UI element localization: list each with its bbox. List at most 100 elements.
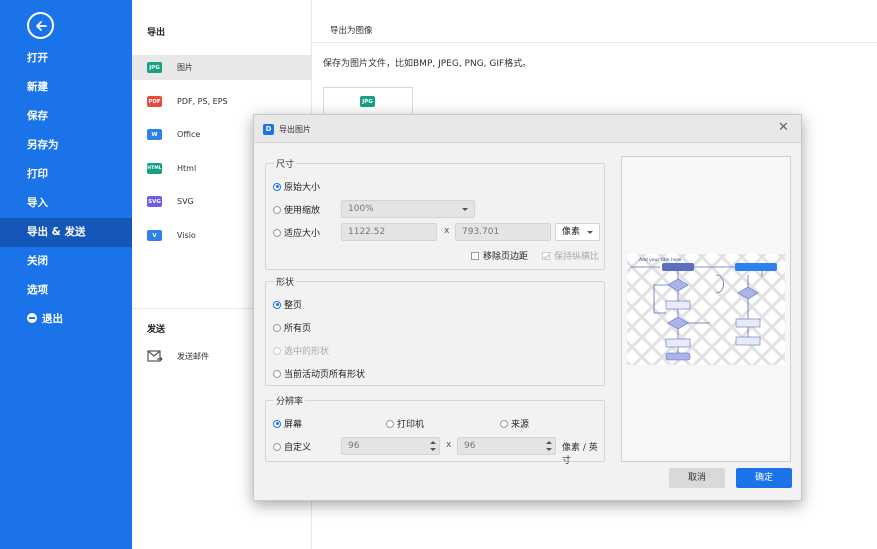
export-item-label: 图片 [177, 63, 193, 72]
sidebar-item-save[interactable]: 保存 [0, 102, 132, 131]
jpg-file-icon: JPG [147, 62, 162, 73]
export-item-label: SVG [177, 197, 194, 206]
radio-label: 原始大小 [284, 183, 321, 193]
export-item-label: Office [177, 130, 201, 139]
sidebar-item-close[interactable]: 关闭 [0, 247, 132, 276]
radio-label: 打印机 [397, 420, 425, 430]
radio-use-scale[interactable]: 使用缩放 [273, 203, 320, 216]
radio-original-size[interactable]: 原始大小 [273, 180, 320, 193]
dialog-title: 导出图片 [279, 125, 311, 134]
scale-value: 100% [348, 204, 374, 214]
times-sign: x [446, 440, 452, 450]
sidebar-item-options[interactable]: 选项 [0, 276, 132, 305]
export-preview: Add your title here [621, 156, 791, 462]
unit-value: 像素 [562, 227, 581, 237]
size-group: 尺寸 原始大小 使用缩放 100% 适应大小 1122.52 x 793.701… [265, 157, 605, 270]
checkbox-label: 移除页边距 [483, 252, 529, 262]
scale-select[interactable]: 100% [341, 200, 475, 218]
radio-icon [273, 442, 281, 451]
word-file-icon: W [147, 129, 162, 140]
stepper-arrows-icon[interactable] [430, 440, 436, 452]
radio-all-pages[interactable]: 所有页 [273, 321, 311, 334]
close-icon[interactable]: ✕ [778, 120, 789, 135]
radio-icon [273, 419, 281, 428]
export-item-pdf[interactable]: PDF PDF, PS, EPS [132, 89, 312, 114]
panel-description: 保存为图片文件，比如BMP, JPEG, PNG, GIF格式。 [323, 59, 532, 69]
send-item-label: 发送邮件 [177, 352, 209, 361]
radio-icon [273, 300, 281, 309]
dialog-titlebar: D 导出图片 ✕ [254, 115, 801, 143]
radio-source[interactable]: 来源 [500, 417, 529, 430]
back-arrow-icon[interactable] [27, 12, 54, 39]
radio-label: 选中的形状 [284, 347, 330, 357]
preview-caption: Add your title here [639, 257, 681, 263]
html-file-icon: HTML [147, 163, 162, 174]
keep-ratio-checkbox[interactable]: 保持纵横比 [542, 249, 599, 262]
stepper-arrows-icon[interactable] [546, 440, 552, 452]
radio-icon [273, 205, 281, 214]
chevron-down-icon [587, 231, 593, 234]
export-item-image[interactable]: JPG 图片 [132, 55, 312, 80]
sidebar-item-export-send[interactable]: 导出 & 发送 [0, 218, 132, 247]
radio-label: 适应大小 [284, 229, 321, 239]
radio-label: 整页 [284, 301, 303, 311]
remove-margin-checkbox[interactable]: 移除页边距 [471, 249, 528, 262]
radio-icon [273, 369, 281, 378]
sidebar-item-print[interactable]: 打印 [0, 160, 132, 189]
ok-button[interactable]: 确定 [736, 468, 792, 488]
radio-selected-shapes[interactable]: 选中的形状 [273, 344, 329, 357]
dpi-x-stepper[interactable]: 96 [341, 437, 440, 455]
radio-icon [500, 419, 508, 428]
radio-current-page-shapes[interactable]: 当前活动页所有形状 [273, 367, 365, 380]
send-mail-icon [147, 350, 163, 363]
radio-icon [386, 419, 394, 428]
radio-screen[interactable]: 屏幕 [273, 417, 302, 430]
resolution-group-label: 分辨率 [274, 394, 306, 407]
export-heading: 导出 [147, 28, 166, 38]
flowchart-thumbnail: Add your title here [627, 254, 785, 365]
sidebar-item-exit[interactable]: 退出 [0, 305, 132, 334]
radio-icon [273, 228, 281, 237]
dpi-y-value: 96 [464, 441, 476, 451]
width-input[interactable]: 1122.52 [341, 223, 437, 241]
radio-printer[interactable]: 打印机 [386, 417, 424, 430]
logout-icon [27, 313, 37, 323]
divider [312, 42, 877, 43]
jpg-file-icon: JPG [360, 96, 375, 107]
visio-file-icon: V [147, 230, 162, 241]
shape-group: 形状 整页 所有页 选中的形状 当前活动页所有形状 [265, 275, 605, 386]
export-image-dialog: D 导出图片 ✕ 尺寸 原始大小 使用缩放 100% 适应大小 1122.52 … [253, 114, 802, 501]
radio-label: 使用缩放 [284, 206, 321, 216]
sidebar: 打开 新建 保存 另存为 打印 导入 导出 & 发送 关闭 选项 退出 [0, 0, 132, 549]
dpi-y-stepper[interactable]: 96 [457, 437, 556, 455]
radio-label: 来源 [511, 420, 530, 430]
radio-fit-size[interactable]: 适应大小 [273, 226, 320, 239]
cancel-button[interactable]: 取消 [669, 468, 725, 488]
radio-icon [273, 346, 281, 355]
height-input[interactable]: 793.701 [455, 223, 551, 241]
app-logo-icon: D [263, 124, 274, 135]
radio-icon [273, 182, 281, 191]
export-item-label: Html [177, 164, 197, 173]
checkbox-icon [542, 251, 550, 260]
radio-whole-page[interactable]: 整页 [273, 298, 302, 311]
chevron-down-icon [462, 208, 468, 211]
checkbox-icon [471, 251, 479, 260]
sidebar-item-save-as[interactable]: 另存为 [0, 131, 132, 160]
panel-title: 导出为图像 [330, 26, 373, 36]
sidebar-item-exit-label: 退出 [42, 313, 63, 325]
sidebar-item-import[interactable]: 导入 [0, 189, 132, 218]
radio-label: 屏幕 [284, 420, 303, 430]
sidebar-item-open[interactable]: 打开 [0, 44, 132, 73]
sidebar-item-new[interactable]: 新建 [0, 73, 132, 102]
pdf-file-icon: PDF [147, 96, 162, 107]
unit-select[interactable]: 像素 [555, 223, 600, 241]
export-item-label: PDF, PS, EPS [177, 97, 228, 106]
resolution-group: 分辨率 屏幕 打印机 来源 自定义 96 x 96 像素 / 英寸 [265, 394, 605, 466]
radio-custom[interactable]: 自定义 [273, 440, 311, 453]
radio-label: 所有页 [284, 324, 312, 334]
size-group-label: 尺寸 [274, 157, 297, 170]
svg-file-icon: SVG [147, 196, 162, 207]
shape-group-label: 形状 [274, 275, 297, 288]
dpi-x-value: 96 [348, 441, 360, 451]
